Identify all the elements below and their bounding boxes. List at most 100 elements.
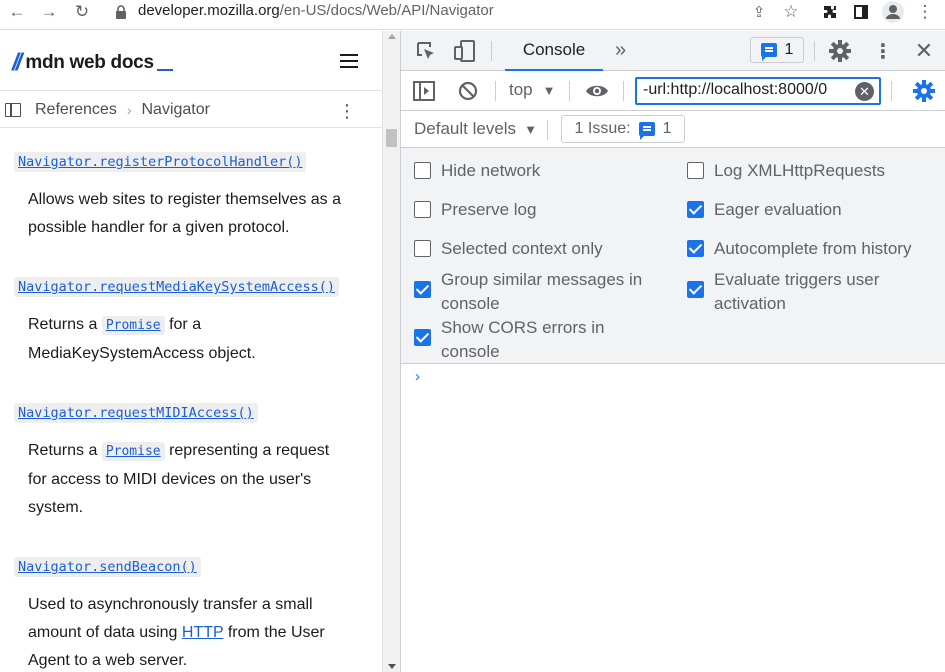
description-text: Returns a: [28, 316, 98, 333]
console-levels-bar: Default levels ▼ 1 Issue: 1: [401, 112, 945, 148]
setting-label: Selected context only: [441, 239, 603, 258]
evaluate-triggers-checkbox[interactable]: [687, 281, 704, 298]
autocomplete-history-checkbox[interactable]: [687, 240, 704, 257]
issue-icon: [638, 122, 655, 140]
device-toolbar-icon[interactable]: [453, 39, 477, 63]
forward-icon[interactable]: →: [37, 0, 61, 24]
issues-count: 1: [784, 41, 794, 58]
setting-label: Hide network: [441, 161, 541, 180]
setting-label: Group similar messages in console: [441, 268, 642, 316]
api-link[interactable]: Navigator.requestMediaKeySystemAccess(): [14, 277, 339, 297]
api-link[interactable]: Navigator.registerProtocolHandler(): [14, 152, 307, 172]
context-selector[interactable]: top ▼: [509, 80, 556, 100]
settings-gear-icon[interactable]: [828, 39, 852, 63]
devtools-panel: Console » 1 ⋮ ✕ top ▼ -url:http://localh…: [400, 31, 945, 672]
scroll-down-icon[interactable]: [388, 664, 396, 669]
breadcrumb-references[interactable]: References: [35, 101, 117, 119]
browser-menu-icon[interactable]: ⋮: [913, 0, 937, 24]
issues-count-value: 1: [662, 120, 672, 137]
promise-link[interactable]: Promise: [101, 442, 165, 461]
setting-show-cors-errors[interactable]: Show CORS errors in console: [414, 316, 604, 364]
divider: [491, 41, 492, 61]
issues-count-button[interactable]: 1 Issue: 1: [561, 115, 685, 143]
extensions-icon[interactable]: [818, 0, 842, 24]
api-link[interactable]: Navigator.sendBeacon(): [14, 557, 201, 577]
issues-button[interactable]: 1: [750, 37, 804, 63]
issues-count-label: 1 Issue:: [574, 120, 631, 137]
setting-label: Eager evaluation: [714, 200, 842, 219]
description-text: representing a request: [169, 442, 330, 459]
back-icon[interactable]: ←: [5, 0, 29, 24]
api-entry: Navigator.requestMIDIAccess() Returns a …: [14, 403, 369, 522]
customize-devtools-icon[interactable]: ⋮: [871, 39, 895, 63]
description-line: Allows web sites to register themselves …: [28, 191, 342, 208]
description-line: system.: [28, 499, 84, 516]
description-line: possible handler for a given protocol.: [28, 219, 290, 236]
setting-label: Evaluate triggers user activation: [714, 268, 879, 316]
selected-context-checkbox[interactable]: [414, 240, 431, 257]
address-bar[interactable]: developer.mozilla.org/en-US/docs/Web/API…: [138, 2, 494, 19]
promise-link[interactable]: Promise: [101, 316, 165, 335]
mdn-logo[interactable]: // mdn web docs: [12, 49, 173, 77]
eager-evaluation-checkbox[interactable]: [687, 201, 704, 218]
setting-group-similar[interactable]: Group similar messages in console: [414, 268, 642, 316]
setting-label: Log XMLHttpRequests: [714, 161, 886, 180]
clear-filter-icon[interactable]: ✕: [855, 82, 874, 101]
mdn-header: // mdn web docs: [0, 31, 382, 91]
setting-selected-context-only[interactable]: Selected context only: [414, 237, 603, 261]
log-xhr-checkbox[interactable]: [687, 162, 704, 179]
console-toolbar: top ▼ -url:http://localhost:8000/0 ✕: [401, 71, 945, 111]
setting-label: Preserve log: [441, 200, 537, 219]
api-entry: Navigator.sendBeacon() Used to asynchron…: [14, 557, 369, 672]
label-line: console: [441, 294, 500, 313]
description-text: amount of data using: [28, 624, 178, 641]
setting-hide-network[interactable]: Hide network: [414, 159, 540, 183]
page-scrollbar[interactable]: [382, 31, 400, 672]
more-tabs-icon[interactable]: »: [615, 39, 626, 62]
setting-label: Show CORS errors in console: [441, 316, 604, 364]
label-line: console: [441, 342, 500, 361]
label-line: Group similar messages in: [441, 270, 643, 289]
setting-preserve-log[interactable]: Preserve log: [414, 198, 536, 222]
description-line: Returns a Promise representing a request: [28, 437, 369, 466]
http-link[interactable]: HTTP: [182, 624, 223, 641]
console-prompt-icon[interactable]: ›: [415, 368, 420, 385]
description-text: Returns a: [28, 442, 98, 459]
tab-console[interactable]: Console: [505, 31, 603, 71]
more-options-icon[interactable]: ⋮: [338, 101, 356, 122]
breadcrumb-navigator[interactable]: Navigator: [142, 101, 210, 119]
group-similar-checkbox[interactable]: [414, 281, 431, 298]
scrollbar-thumb[interactable]: [386, 129, 397, 147]
setting-log-xhr[interactable]: Log XMLHttpRequests: [687, 159, 885, 183]
console-output[interactable]: ›: [401, 364, 945, 672]
description-text: from the User: [227, 624, 325, 641]
api-link[interactable]: Navigator.requestMIDIAccess(): [14, 403, 258, 423]
label-line: Evaluate triggers user: [714, 270, 880, 289]
show-sidebar-icon[interactable]: [413, 80, 435, 102]
clear-console-icon[interactable]: [457, 80, 479, 102]
setting-evaluate-triggers-activation[interactable]: Evaluate triggers user activation: [687, 268, 879, 316]
console-filter-input[interactable]: -url:http://localhost:8000/0: [635, 77, 881, 105]
lock-icon: [116, 5, 126, 19]
hide-network-checkbox[interactable]: [414, 162, 431, 179]
console-settings-gear-icon[interactable]: [912, 79, 936, 103]
star-icon[interactable]: ☆: [779, 0, 803, 24]
scroll-up-icon[interactable]: [388, 34, 396, 39]
description-line: MediaKeySystemAccess object.: [28, 345, 256, 362]
hamburger-menu-icon[interactable]: [340, 54, 358, 68]
close-devtools-icon[interactable]: ✕: [912, 38, 936, 63]
mdn-logo-mark: //: [12, 49, 22, 76]
inspect-element-icon[interactable]: [415, 40, 437, 62]
sidebar-toggle-icon[interactable]: [5, 102, 21, 117]
preserve-log-checkbox[interactable]: [414, 201, 431, 218]
setting-autocomplete-history[interactable]: Autocomplete from history: [687, 237, 911, 261]
profile-avatar[interactable]: [881, 0, 905, 24]
api-entry: Navigator.registerProtocolHandler() Allo…: [14, 152, 369, 242]
show-cors-checkbox[interactable]: [414, 329, 431, 346]
side-panel-icon[interactable]: [849, 0, 873, 24]
reload-icon[interactable]: ↻: [70, 0, 94, 24]
share-icon[interactable]: ⇪: [747, 0, 771, 24]
live-expression-eye-icon[interactable]: [585, 80, 609, 102]
log-levels-dropdown[interactable]: Default levels ▼: [414, 119, 537, 139]
setting-eager-evaluation[interactable]: Eager evaluation: [687, 198, 842, 222]
